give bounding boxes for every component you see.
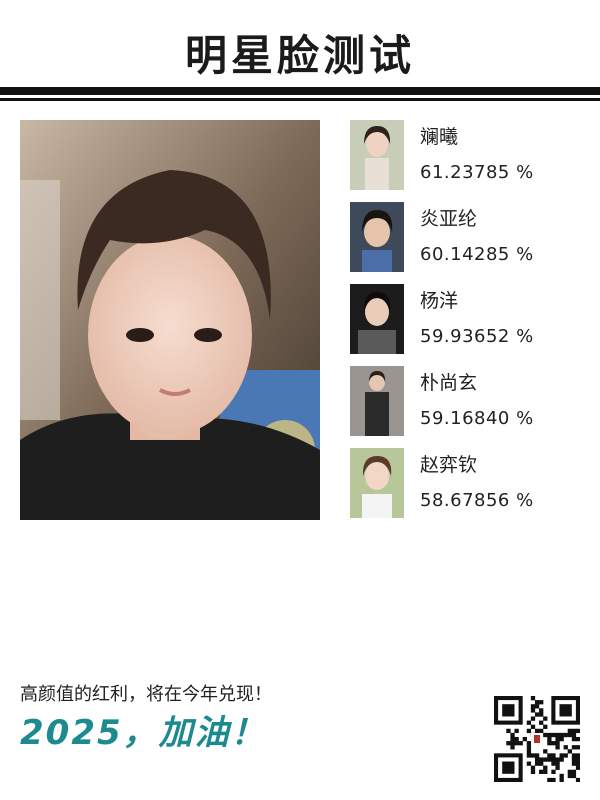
match-thumbnail [350,120,404,190]
list-item: 朴尚玄 59.16840 % [350,366,590,438]
list-item: 赵弈钦 58.67856 % [350,448,590,520]
main-portrait-image [20,120,320,520]
match-percent: 58.67856 % [420,490,534,511]
match-thumbnail [350,366,404,436]
match-thumbnail [350,202,404,272]
match-thumbnail [350,448,404,518]
match-name: 杨洋 [420,290,459,312]
match-name: 朴尚玄 [420,372,478,394]
header-divider-thick [0,87,600,95]
match-percent: 59.93652 % [420,326,534,347]
slogan-text: 高颜值的红利，将在今年兑现！ [20,684,272,705]
match-name: 炎亚纶 [420,208,478,230]
match-percent: 61.23785 % [420,162,534,183]
match-name: 斓曦 [420,126,459,148]
match-percent: 60.14285 % [420,244,534,265]
list-item: 杨洋 59.93652 % [350,284,590,356]
list-item: 炎亚纶 60.14285 % [350,202,590,274]
list-item: 斓曦 61.23785 % [350,120,590,192]
match-name: 赵弈钦 [420,454,478,476]
match-percent: 59.16840 % [420,408,534,429]
match-thumbnail [350,284,404,354]
page-title: 明星脸测试 [184,31,415,80]
cheer-text: 2025，加油！ [20,713,267,753]
header-divider-thin [0,98,600,101]
qr-code-icon [494,696,581,783]
